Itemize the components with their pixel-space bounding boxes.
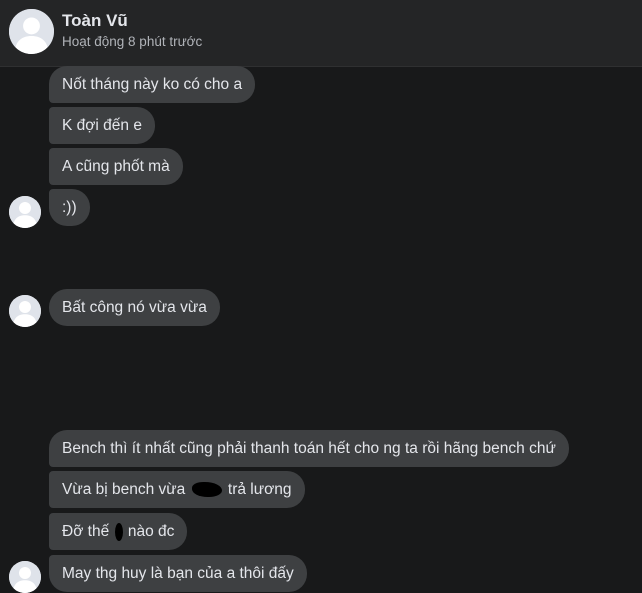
redaction-scribble <box>114 522 123 541</box>
message-bubble[interactable]: :)) <box>49 189 90 226</box>
message-text: K đợi đến e <box>62 117 142 134</box>
message-bubble[interactable]: Bench thì ít nhất cũng phải thanh toán h… <box>49 430 569 467</box>
message-text: Bench thì ít nhất cũng phải thanh toán h… <box>62 440 556 457</box>
message-bubble[interactable]: Đỡ thế nào đc <box>49 513 188 550</box>
message-text: May thg huy là bạn của a thôi đấy <box>62 565 294 582</box>
message-text: Đỡ thế <box>62 523 114 540</box>
profile-silhouette-icon <box>9 561 41 593</box>
redaction-scribble <box>191 482 222 498</box>
message-text: Nốt tháng này ko có cho a <box>62 76 243 93</box>
message-bubble[interactable]: K đợi đến e <box>49 107 155 144</box>
message-text: nào đc <box>123 523 175 540</box>
sender-avatar[interactable] <box>9 561 41 593</box>
message-bubble[interactable]: A cũng phốt mà <box>49 148 183 185</box>
message-text: Vừa bị bench vừa <box>62 481 190 498</box>
sender-avatar[interactable] <box>9 196 41 228</box>
profile-silhouette-icon <box>9 9 54 54</box>
message-text: A cũng phốt mà <box>62 158 170 175</box>
message-bubble[interactable]: May thg huy là bạn của a thôi đấy <box>49 555 307 592</box>
message-text: :)) <box>62 199 77 216</box>
profile-silhouette-icon <box>9 295 41 327</box>
message-bubble[interactable]: Vừa bị bench vừa trả lương <box>49 471 305 508</box>
conversation-header: Toàn Vũ Hoạt động 8 phút trước <box>0 0 642 67</box>
message-bubble[interactable]: Nốt tháng này ko có cho a <box>49 66 256 103</box>
message-bubble[interactable]: Bất công nó vừa vừa <box>49 289 220 326</box>
message-text: trả lương <box>223 481 292 498</box>
active-status: Hoạt động 8 phút trước <box>62 34 203 49</box>
message-text: Bất công nó vừa vừa <box>62 299 207 316</box>
contact-name[interactable]: Toàn Vũ <box>62 11 128 31</box>
profile-silhouette-icon <box>9 196 41 228</box>
contact-avatar[interactable] <box>9 9 54 54</box>
sender-avatar[interactable] <box>9 295 41 327</box>
